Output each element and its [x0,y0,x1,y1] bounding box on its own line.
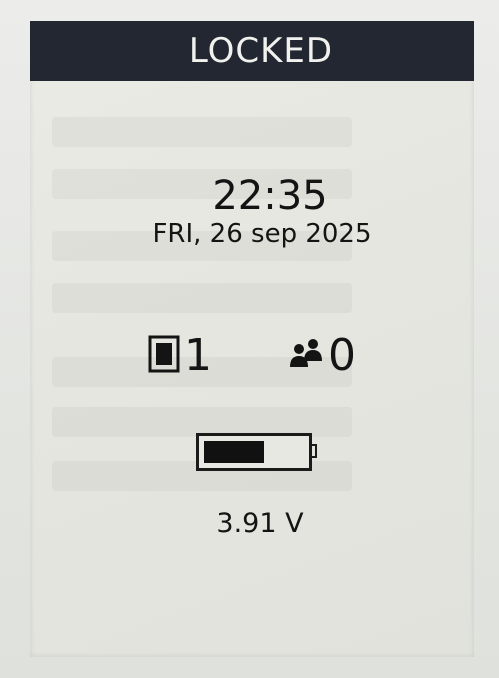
status-header: LOCKED [30,21,474,81]
device-counter: 1 [148,326,212,386]
device-count: 1 [184,330,212,381]
battery-body [196,433,312,471]
device-icon [148,335,180,377]
lock-status-title: LOCKED [188,31,334,71]
counters-row: 1 0 [30,326,474,386]
device-frame: LOCKED 22:35 FRI, 26 sep 2025 1 0 3.91 V [0,0,499,678]
clock-time: 22:35 [212,173,328,219]
users-icon [288,337,324,375]
e-ink-screen: LOCKED 22:35 FRI, 26 sep 2025 1 0 3.91 V [30,21,474,657]
battery-icon [196,433,320,479]
ghost-image [52,117,352,147]
ghost-image [52,283,352,313]
users-counter: 0 [288,326,356,386]
battery-voltage: 3.91 V [216,508,304,539]
clock-date: FRI, 26 sep 2025 [152,219,372,249]
battery-level-fill [204,441,264,463]
battery-terminal [312,444,317,458]
users-count: 0 [328,330,356,381]
